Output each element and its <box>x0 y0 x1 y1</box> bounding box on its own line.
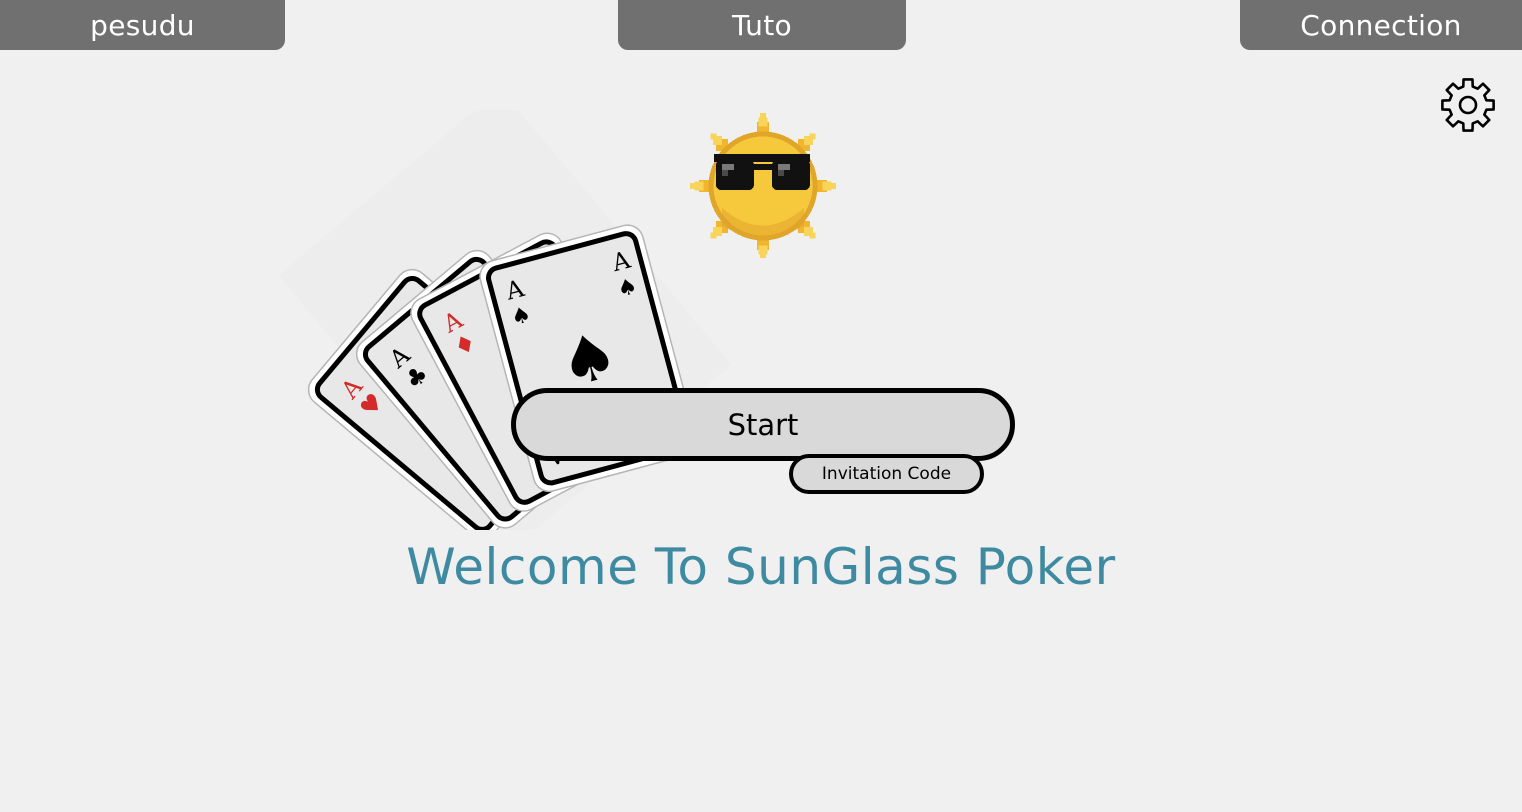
start-button[interactable]: Start <box>511 388 1015 461</box>
gear-icon[interactable] <box>1438 75 1498 135</box>
tab-tuto[interactable]: Tuto <box>618 0 906 50</box>
sun-ray-pixel <box>760 253 766 258</box>
tab-pesudu[interactable]: pesudu <box>0 0 285 50</box>
sun-ray-pixel <box>830 183 836 189</box>
tab-connection[interactable]: Connection <box>1240 0 1522 50</box>
sun-ray-pixel <box>809 232 816 239</box>
sun-ray-pixel <box>690 183 696 189</box>
sun-ray-pixel <box>760 113 766 119</box>
sun-ray-pixel <box>710 232 717 239</box>
pixel-sun-sunglasses-icon <box>690 113 836 258</box>
sun-ray-pixel <box>710 133 717 140</box>
invitation-code-button[interactable]: Invitation Code <box>789 454 984 494</box>
welcome-title: Welcome To SunGlass Poker <box>406 538 1116 596</box>
four-aces-cards-illustration: A ♥ A ♣ A ♦ A ♠ A ♠ ♠ A ♠ A ♠ <box>280 110 730 530</box>
sun-ray-pixel <box>809 133 816 140</box>
